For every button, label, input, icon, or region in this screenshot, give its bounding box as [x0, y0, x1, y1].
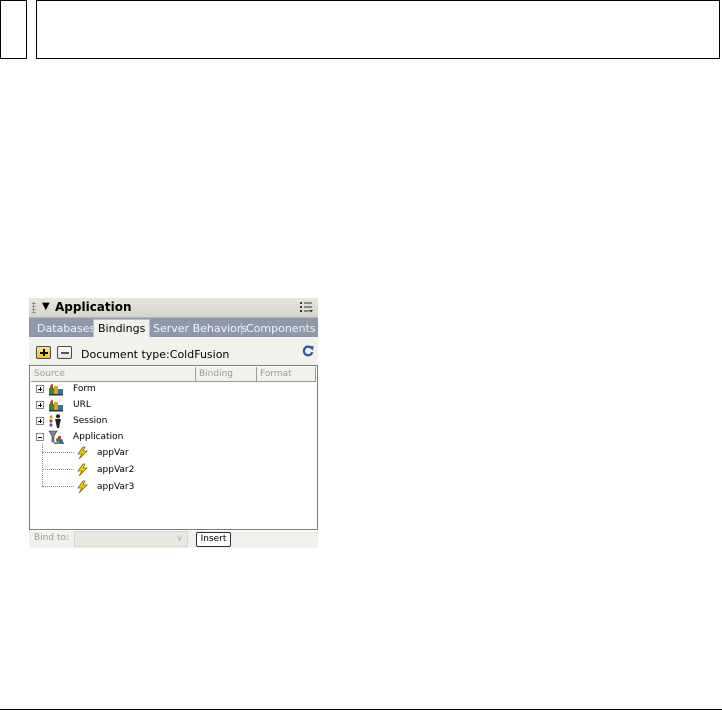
top-caption-frame: [36, 0, 720, 59]
top-left-frame: [0, 0, 27, 59]
bottom-rule: [0, 709, 722, 710]
tree-label-form: Form: [73, 384, 96, 394]
tab-databases[interactable]: Databases: [37, 321, 95, 337]
tree-label-appvar: appVar: [97, 448, 129, 458]
tree-row-appvar2[interactable]: appVar2: [30, 462, 317, 478]
binding-column-header[interactable]: Binding: [196, 367, 257, 381]
collapse-icon[interactable]: [36, 433, 44, 441]
expand-icon[interactable]: [36, 385, 44, 393]
bind-to-label: Bind to:: [34, 533, 70, 543]
format-column-header[interactable]: Format: [257, 367, 316, 381]
lightning-icon: [77, 463, 88, 477]
tree-row-url[interactable]: URL: [30, 397, 317, 413]
tree-row-session[interactable]: Session: [30, 413, 317, 429]
expand-icon[interactable]: [36, 401, 44, 409]
tab-bindings[interactable]: Bindings: [93, 319, 151, 337]
tree-label-application: Application: [73, 432, 124, 442]
lightning-icon: [77, 446, 88, 460]
lightning-icon: [77, 480, 88, 494]
bind-to-select[interactable]: [74, 531, 188, 547]
bind-bar: Bind to: ∨ Insert: [29, 531, 318, 548]
collapse-triangle-icon[interactable]: ▼: [42, 301, 50, 312]
add-binding-button[interactable]: [36, 346, 51, 359]
refresh-icon[interactable]: [302, 345, 314, 357]
tree-label-appvar2: appVar2: [97, 465, 135, 475]
source-column-header[interactable]: Source: [31, 367, 196, 381]
application-scope-icon: [48, 430, 64, 444]
panel-titlebar[interactable]: ▼ Application: [29, 298, 318, 318]
column-header: Source Binding Format: [31, 367, 316, 382]
remove-binding-button[interactable]: [57, 346, 72, 359]
insert-button[interactable]: Insert: [196, 532, 231, 547]
session-scope-icon: [49, 414, 61, 428]
panel-grip-icon[interactable]: [32, 302, 36, 313]
form-scope-icon: [49, 384, 63, 396]
chevron-down-icon[interactable]: ∨: [172, 532, 187, 546]
expand-icon[interactable]: [36, 417, 44, 425]
tab-server-behaviors[interactable]: Server Behaviors: [153, 321, 247, 337]
tree-row-appvar[interactable]: appVar: [30, 445, 317, 461]
document-type-label: Document type:ColdFusion: [81, 348, 230, 361]
tree-label-appvar3: appVar3: [97, 482, 135, 492]
tree-row-form[interactable]: Form: [30, 381, 317, 397]
panel-tabs: Databases Bindings Server Behaviors Comp…: [29, 318, 318, 337]
tree-row-appvar3[interactable]: appVar3: [30, 479, 317, 495]
tree-row-application[interactable]: Application: [30, 429, 317, 445]
panel-options-menu-icon[interactable]: [300, 302, 313, 313]
tab-components[interactable]: Components: [246, 321, 316, 337]
tab-separator: [241, 323, 242, 335]
bindings-toolbar: Document type:ColdFusion: [29, 337, 318, 365]
application-panel: ▼ Application Databases Bindings Server …: [29, 298, 318, 548]
url-scope-icon: [49, 400, 63, 412]
bindings-tree: Source Binding Format Form URL Session A…: [29, 365, 318, 530]
tree-label-url: URL: [73, 400, 91, 410]
panel-title: Application: [55, 300, 132, 314]
tree-label-session: Session: [73, 416, 108, 426]
bind-bar-filler: [232, 531, 318, 548]
